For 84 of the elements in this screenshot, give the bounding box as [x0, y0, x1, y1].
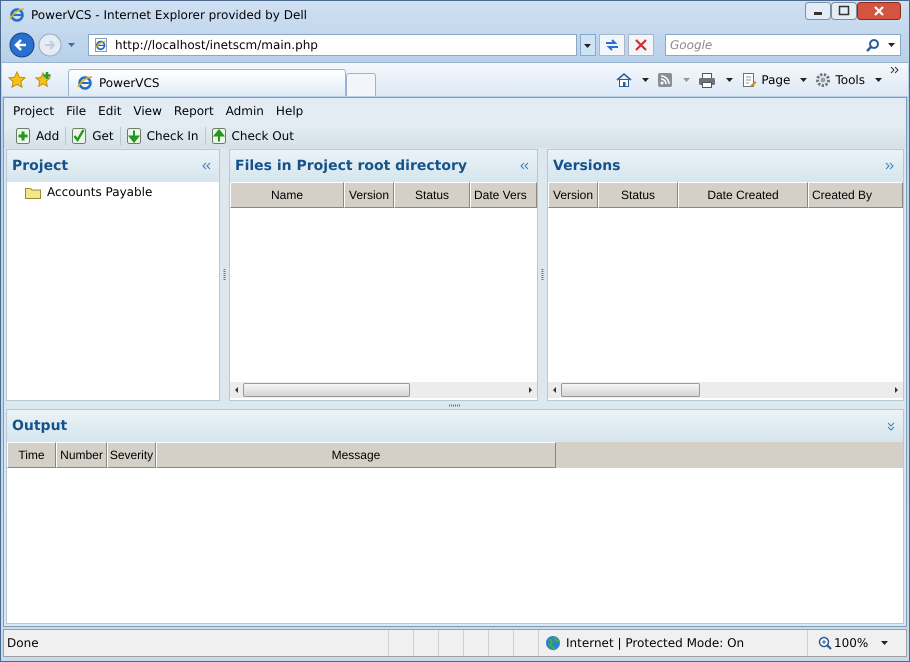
caret-icon[interactable]: [642, 78, 650, 82]
toolbar-button[interactable]: Page: [741, 72, 808, 88]
home-icon: [616, 72, 632, 88]
tree-item[interactable]: Accounts Payable: [25, 185, 219, 199]
caret-icon[interactable]: [888, 43, 895, 47]
toolbar-button[interactable]: Check In: [120, 124, 204, 146]
column-header[interactable]: Status: [394, 182, 470, 208]
menu-item[interactable]: Admin: [220, 104, 270, 118]
window-title: PowerVCS - Internet Explorer provided by Dell: [31, 8, 308, 22]
printer-icon: [698, 72, 716, 88]
expand-icon[interactable]: [885, 162, 895, 170]
column-header[interactable]: Message: [156, 442, 556, 468]
toolbar-button[interactable]: Get: [66, 124, 120, 146]
column-header[interactable]: Created By: [808, 182, 903, 208]
feed-icon: [657, 72, 674, 88]
caret-icon[interactable]: [726, 78, 734, 82]
menu-item[interactable]: File: [60, 104, 92, 118]
page-icon: [741, 72, 758, 88]
close-button[interactable]: [857, 2, 901, 20]
menu-item[interactable]: Report: [168, 104, 220, 118]
down-arrow-icon: [126, 128, 141, 144]
toolbar-button[interactable]: Add: [10, 124, 66, 146]
horizontal-scrollbar[interactable]: [230, 382, 537, 398]
minimize-button[interactable]: [805, 2, 831, 20]
dropdown-button[interactable]: [580, 34, 596, 56]
panel-title: Files in Project root directory: [235, 158, 468, 174]
favorites-star-icon[interactable]: [8, 70, 26, 88]
toolbar-button[interactable]: Check Out: [206, 124, 300, 146]
checkmark-icon: [72, 128, 86, 144]
splitter-handle[interactable]: [449, 404, 461, 406]
panel-title: Output: [12, 418, 68, 434]
left-arrow-icon[interactable]: [233, 386, 241, 394]
zone-text: Internet | Protected Mode: On: [566, 636, 744, 650]
menu-item[interactable]: Edit: [92, 104, 128, 118]
up-arrow-icon: [212, 128, 226, 144]
column-header[interactable]: Date Created: [678, 182, 808, 208]
page-icon: [93, 37, 109, 53]
toolbar-button[interactable]: [698, 72, 734, 88]
refresh-button[interactable]: [599, 34, 625, 56]
stop-button[interactable]: [628, 34, 654, 56]
collapse-icon[interactable]: [201, 162, 211, 170]
horizontal-scrollbar[interactable]: [548, 382, 903, 398]
search-field[interactable]: Google: [665, 34, 901, 56]
search-icon[interactable]: [866, 38, 880, 52]
collapse-icon[interactable]: [519, 162, 529, 170]
panel-title: Project: [12, 158, 68, 174]
column-header[interactable]: Version: [548, 182, 598, 208]
back-button[interactable]: [9, 32, 35, 58]
column-header[interactable]: Time: [7, 442, 56, 468]
menu-item[interactable]: Project: [7, 104, 60, 118]
browser-icon: [9, 6, 25, 22]
browser-icon: [77, 75, 93, 91]
browser-tab[interactable]: PowerVCS: [68, 69, 346, 96]
column-header[interactable]: Severity: [107, 442, 156, 468]
menu-item[interactable]: View: [127, 104, 168, 118]
expand-icon[interactable]: [887, 422, 895, 430]
splitter-handle[interactable]: [223, 269, 226, 281]
toolbar-button[interactable]: Tools: [815, 72, 882, 88]
zoom-icon: [818, 636, 832, 650]
splitter-handle[interactable]: [541, 269, 544, 281]
globe-icon: [545, 635, 561, 651]
caret-icon[interactable]: [881, 641, 888, 645]
menu-item[interactable]: Help: [270, 104, 310, 118]
add-favorite-icon[interactable]: [34, 70, 52, 88]
right-arrow-icon[interactable]: [526, 386, 534, 394]
folder-icon: [25, 186, 41, 198]
address-field[interactable]: http://localhost/inetscm/main.php: [88, 34, 577, 56]
column-header[interactable]: Status: [598, 182, 678, 208]
chevron-icon[interactable]: [890, 66, 900, 74]
status-text: Done: [6, 635, 40, 652]
gear-icon: [815, 72, 832, 88]
caret-icon[interactable]: [800, 78, 808, 82]
column-header[interactable]: Name: [230, 182, 344, 208]
zoom-button[interactable]: 100%: [807, 630, 906, 656]
panel-title: Versions: [553, 158, 621, 174]
column-header[interactable]: Number: [56, 442, 107, 468]
toolbar-button[interactable]: [616, 72, 650, 88]
maximize-button[interactable]: [831, 2, 857, 20]
column-header[interactable]: Version: [344, 182, 394, 208]
left-arrow-icon[interactable]: [551, 386, 559, 394]
plus-icon: [16, 128, 30, 144]
caret-icon[interactable]: [875, 78, 882, 82]
column-header[interactable]: Date Vers: [470, 182, 537, 208]
right-arrow-icon[interactable]: [892, 386, 900, 394]
